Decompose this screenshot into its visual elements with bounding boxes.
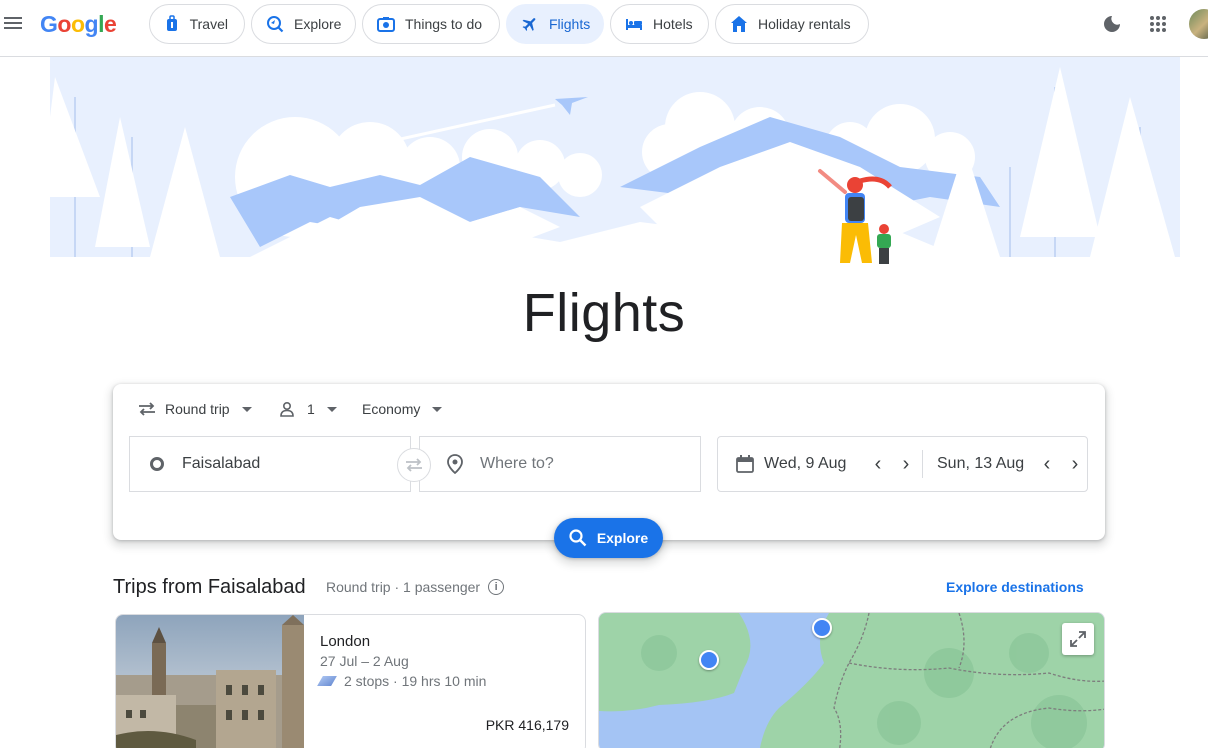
calendar-icon — [736, 455, 754, 473]
origin-value: Faisalabad — [182, 455, 261, 472]
trip-city: London — [320, 633, 371, 650]
explore-icon — [266, 15, 284, 33]
trip-price: PKR 416,179 — [485, 717, 569, 733]
tab-hotels[interactable]: Hotels — [610, 4, 709, 44]
destination-field[interactable]: Where to? — [419, 436, 701, 492]
search-icon — [569, 529, 587, 547]
tab-travel-label: Travel — [189, 16, 228, 32]
info-icon[interactable]: i — [488, 579, 505, 595]
plane-icon — [521, 15, 539, 33]
flight-search-card: Round trip 1 Economy Faisalabad Where to… — [113, 384, 1105, 540]
trip-card-london[interactable]: London 27 Jul – 2 Aug 2 stops · 19 hrs 1… — [115, 614, 586, 748]
luggage-icon — [164, 15, 180, 33]
trip-type-select[interactable]: Round trip — [137, 398, 252, 420]
location-pin-icon — [447, 454, 463, 474]
trips-subtitle: Round trip · 1 passenger i — [326, 579, 505, 595]
chevron-down-icon — [241, 406, 252, 412]
trip-type-value: Round trip — [165, 401, 230, 417]
prev-depart-date-chevron-icon[interactable]: ‹ — [868, 453, 888, 476]
next-depart-date-chevron-icon[interactable]: › — [896, 453, 916, 476]
tab-flights-label: Flights — [549, 16, 591, 32]
tab-travel[interactable]: Travel — [149, 4, 245, 44]
london-photo — [116, 615, 304, 748]
expand-icon — [1070, 631, 1086, 647]
logo-letter: G — [40, 11, 58, 37]
logo-letter: o — [57, 11, 71, 37]
cabin-class-select[interactable]: Economy — [362, 398, 443, 420]
explore-button-label: Explore — [596, 530, 649, 546]
swap-locations-button[interactable] — [397, 448, 431, 482]
dark-mode-icon[interactable] — [1100, 12, 1124, 36]
menu-line — [4, 27, 22, 29]
next-return-date-chevron-icon[interactable]: › — [1065, 453, 1085, 476]
top-bar: Google Travel Explore Things to do Fligh… — [0, 0, 1208, 57]
tab-things-to-do-label: Things to do — [405, 16, 483, 32]
prev-return-date-chevron-icon[interactable]: ‹ — [1037, 453, 1057, 476]
camera-icon — [377, 15, 395, 33]
hero-illustration — [0, 57, 1208, 287]
trip-dates: 27 Jul – 2 Aug — [320, 653, 409, 669]
explore-destinations-link[interactable]: Explore destinations — [946, 579, 1084, 595]
return-date[interactable]: Sun, 13 Aug — [937, 455, 1033, 473]
trips-subtitle-text: Round trip · 1 passenger — [326, 579, 481, 595]
origin-circle-icon — [150, 457, 164, 471]
explore-button[interactable]: Explore — [554, 518, 663, 558]
tab-explore-label: Explore — [294, 16, 342, 32]
page-title: Flights — [522, 283, 686, 343]
tab-explore[interactable]: Explore — [251, 4, 356, 44]
logo-letter: e — [103, 11, 117, 37]
round-trip-icon — [139, 402, 155, 416]
apps-grid-icon[interactable] — [1146, 12, 1170, 36]
destination-placeholder: Where to? — [480, 455, 554, 472]
tab-hotels-label: Hotels — [653, 16, 693, 32]
tab-holiday-rentals-label: Holiday rentals — [758, 16, 851, 32]
logo-letter: o — [70, 11, 85, 37]
passenger-select[interactable]: 1 — [279, 398, 337, 420]
date-range-field[interactable]: Wed, 9 Aug ‹ › Sun, 13 Aug ‹ › — [717, 436, 1088, 492]
menu-line — [4, 17, 22, 19]
tab-things-to-do[interactable]: Things to do — [362, 4, 500, 44]
tab-flights[interactable]: Flights — [506, 4, 604, 44]
chevron-down-icon — [326, 406, 337, 412]
trips-section-title: Trips from Faisalabad — [113, 576, 306, 598]
cabin-class-value: Economy — [362, 401, 421, 417]
passenger-count: 1 — [307, 401, 315, 417]
destinations-map[interactable] — [598, 612, 1105, 748]
avatar[interactable] — [1189, 9, 1208, 39]
map-pin-destination[interactable] — [812, 618, 832, 638]
map-pin-origin[interactable] — [699, 650, 719, 670]
person-icon — [280, 401, 294, 417]
origin-field[interactable]: Faisalabad — [129, 436, 411, 492]
swap-icon — [406, 458, 422, 472]
expand-map-button[interactable] — [1062, 623, 1094, 655]
menu-line — [4, 22, 22, 24]
google-logo[interactable]: Google — [40, 11, 117, 38]
chevron-down-icon — [432, 406, 443, 412]
trip-stops-text: 2 stops · 19 hrs 10 min — [344, 673, 487, 689]
house-icon — [730, 15, 748, 33]
airline-logo-icon — [317, 676, 337, 686]
main-menu-button[interactable] — [4, 14, 24, 34]
logo-letter: g — [84, 11, 99, 37]
bed-icon — [625, 15, 643, 33]
date-divider — [922, 450, 923, 478]
depart-date[interactable]: Wed, 9 Aug — [764, 455, 860, 473]
tab-holiday-rentals[interactable]: Holiday rentals — [715, 4, 869, 44]
trip-stops: 2 stops · 19 hrs 10 min — [317, 673, 487, 689]
